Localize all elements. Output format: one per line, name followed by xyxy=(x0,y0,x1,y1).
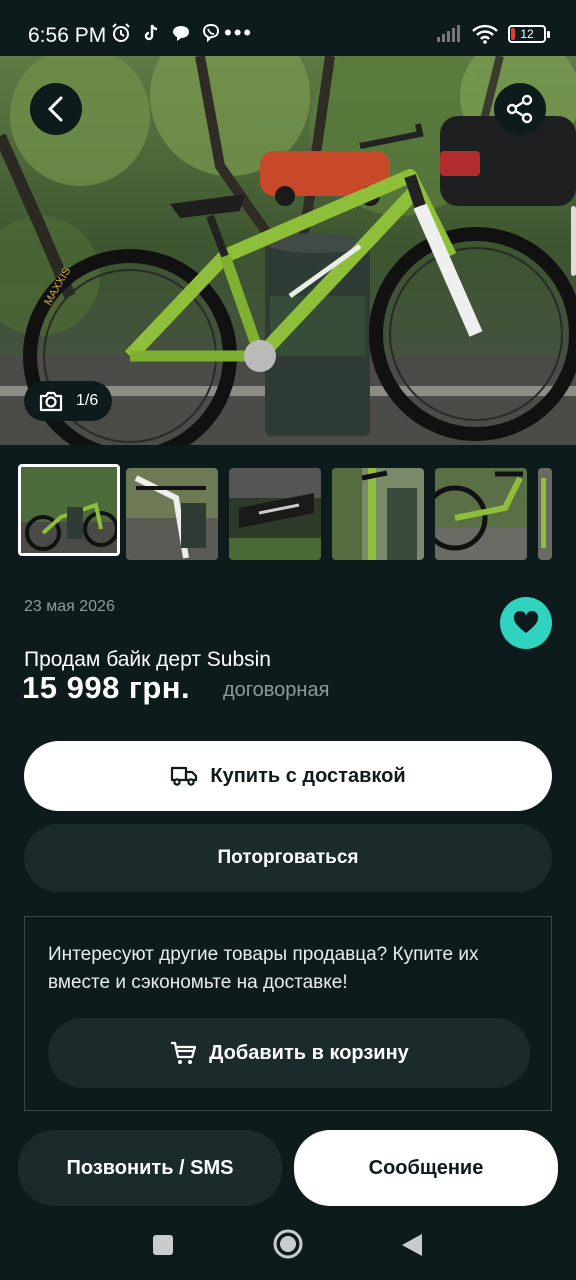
heart-icon xyxy=(513,611,539,633)
back-nav-icon[interactable] xyxy=(400,1232,424,1258)
listing-price: 15 998 грн. xyxy=(22,670,191,705)
status-time: 6:56 PM xyxy=(28,24,107,47)
thumbnail-5[interactable] xyxy=(435,468,527,560)
recents-icon[interactable] xyxy=(152,1234,174,1256)
battery-icon: 12 xyxy=(508,25,550,43)
thumbnail-3[interactable] xyxy=(229,468,321,560)
chat-icon xyxy=(173,26,189,41)
thumbnail-4[interactable] xyxy=(332,468,424,560)
camera-icon xyxy=(39,391,63,412)
photo-counter-text: 1/6 xyxy=(76,392,99,409)
listing-date: 23 мая 2026 xyxy=(24,598,115,615)
notification-icons xyxy=(110,22,222,44)
negotiable-label: договорная xyxy=(223,679,330,701)
chevron-left-icon xyxy=(47,96,63,122)
wifi-icon xyxy=(472,24,498,44)
call-sms-button[interactable]: Позвонить / SMS xyxy=(18,1130,282,1206)
add-to-cart-label: Добавить в корзину xyxy=(209,1041,409,1064)
home-icon[interactable] xyxy=(272,1228,304,1260)
thumbnail-2[interactable] xyxy=(126,468,218,560)
buy-with-delivery-button[interactable]: Купить с доставкой xyxy=(24,741,552,811)
message-button[interactable]: Сообщение xyxy=(294,1130,558,1206)
viber-icon xyxy=(202,23,220,43)
share-icon xyxy=(506,94,533,124)
system-icons: 12 xyxy=(436,24,550,44)
add-to-cart-button[interactable]: Добавить в корзину xyxy=(48,1018,530,1088)
cart-icon xyxy=(171,1041,197,1064)
system-nav-bar xyxy=(0,1208,576,1280)
bargain-label: Поторговаться xyxy=(217,847,359,868)
buy-with-delivery-label: Купить с доставкой xyxy=(210,764,406,787)
bargain-button[interactable]: Поторговаться xyxy=(24,824,552,892)
alarm-icon xyxy=(112,23,130,42)
tiktok-icon xyxy=(144,24,158,41)
message-label: Сообщение xyxy=(368,1156,484,1179)
thumbnail-1[interactable] xyxy=(18,464,120,556)
main-photo[interactable]: MAXXIS 1/6 xyxy=(0,56,576,445)
share-button[interactable] xyxy=(494,83,546,135)
photo-counter: 1/6 xyxy=(24,381,113,421)
signal-icon xyxy=(437,25,460,42)
seller-bundle-promo: Интересуют другие товары продавца? Купит… xyxy=(24,916,552,1111)
back-button[interactable] xyxy=(30,83,82,135)
call-sms-label: Позвонить / SMS xyxy=(66,1156,234,1179)
thumbnail-strip xyxy=(0,462,576,566)
listing-title: Продам байк дерт Subsin xyxy=(24,648,271,671)
favorite-button[interactable] xyxy=(500,597,552,649)
truck-icon xyxy=(171,766,198,786)
more-icon: ••• xyxy=(224,20,254,45)
status-bar: 6:56 PM ••• 12 xyxy=(0,0,576,56)
promo-text: Интересуют другие товары продавца? Купит… xyxy=(48,944,479,993)
thumbnail-6[interactable] xyxy=(538,468,552,560)
scroll-indicator xyxy=(571,206,576,276)
battery-level: 12 xyxy=(520,27,534,41)
